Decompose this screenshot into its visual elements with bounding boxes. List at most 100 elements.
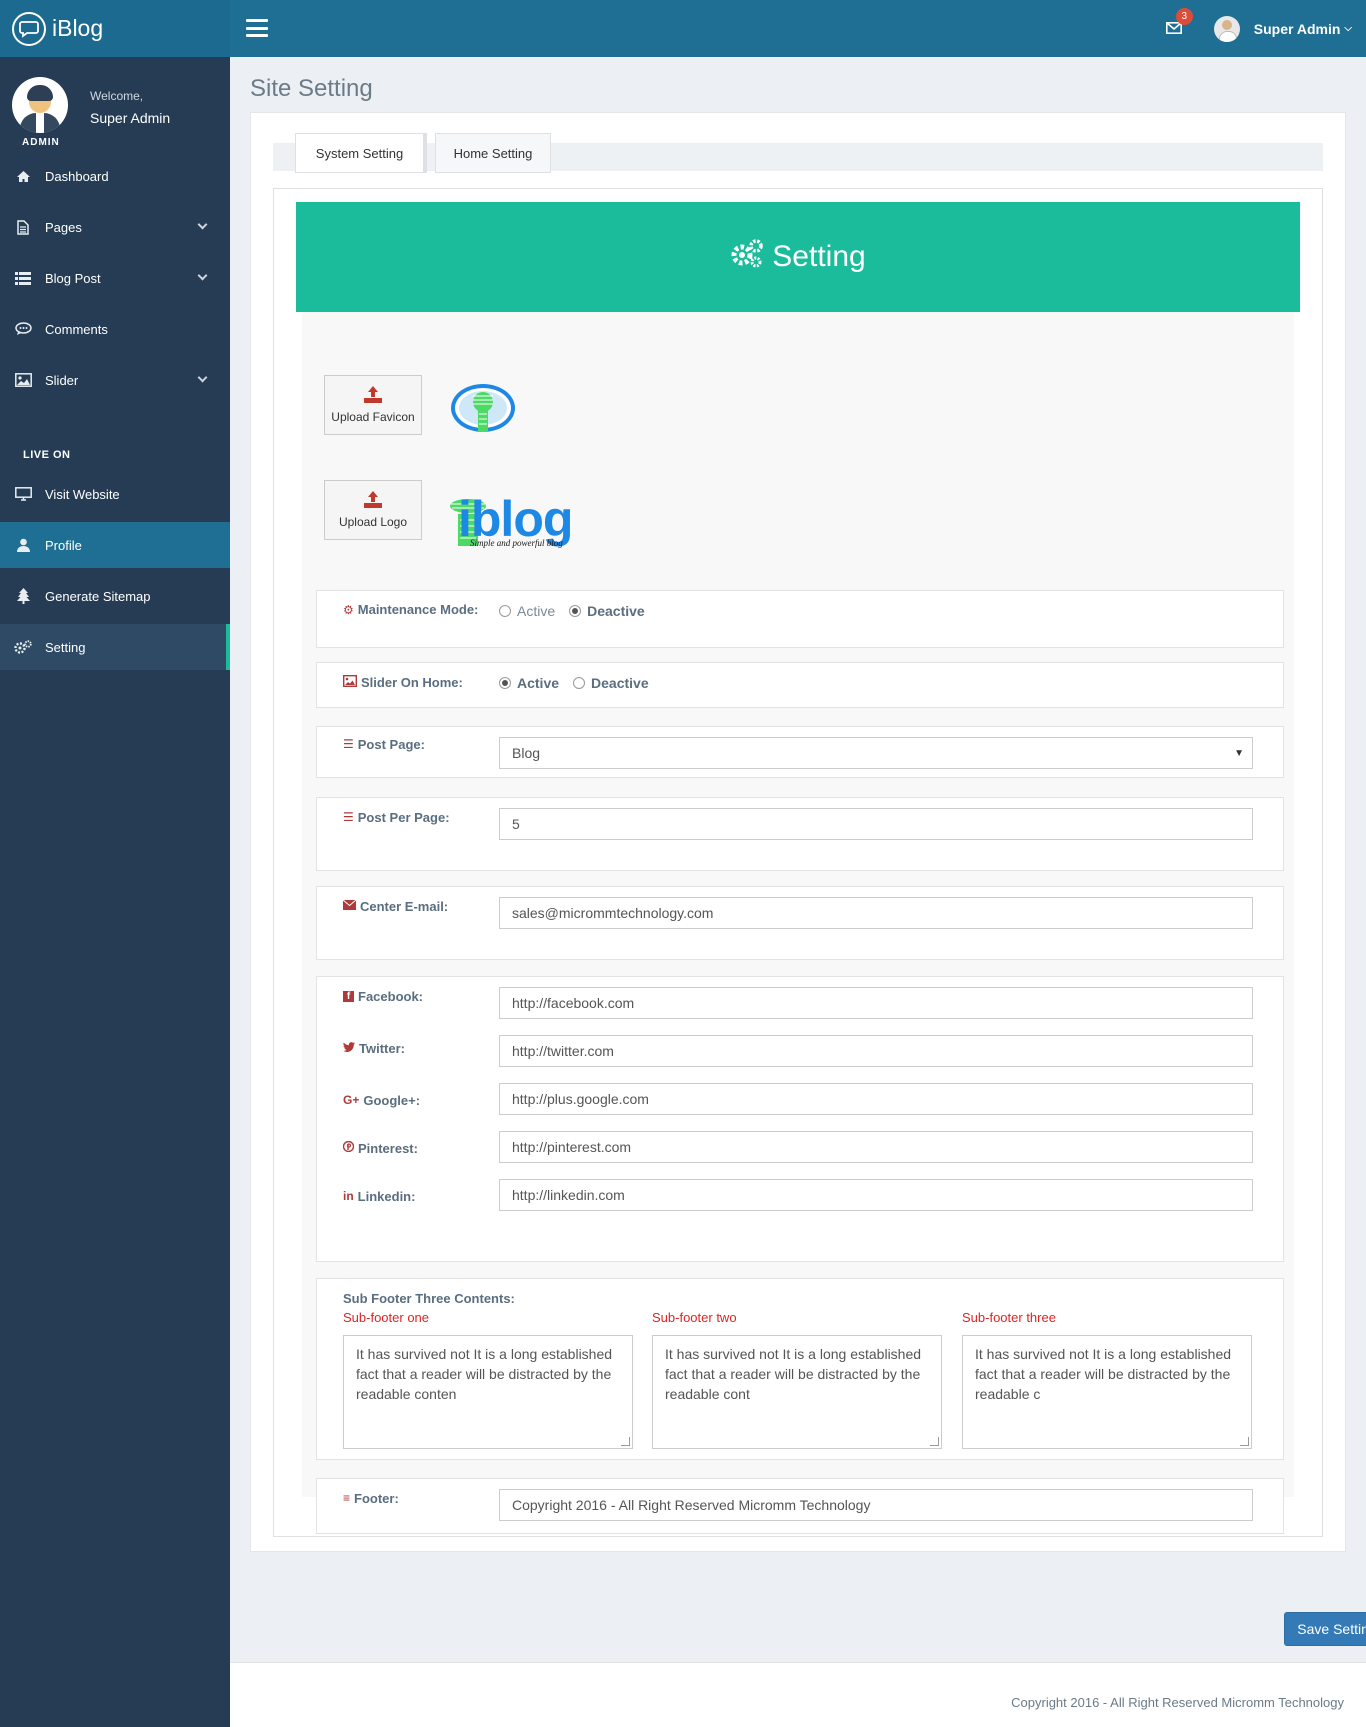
sidebar-item-comments[interactable]: Comments: [0, 306, 230, 352]
sidebar-item-label: Generate Sitemap: [45, 588, 151, 604]
sidebar-item-generate-sitemap[interactable]: Generate Sitemap: [0, 573, 230, 619]
slider-options: Active Deactive: [499, 675, 663, 691]
twitter-icon: [343, 1041, 355, 1055]
twitter-input[interactable]: http://twitter.com: [499, 1035, 1253, 1067]
sidebar-item-label: Profile: [45, 537, 82, 553]
linkedin-icon: in: [343, 1189, 354, 1203]
maintenance-active-radio[interactable]: Active: [499, 603, 555, 619]
sidebar-item-label: Blog Post: [45, 270, 101, 286]
page-title: Site Setting: [250, 75, 373, 102]
email-row: Center E-mail: sales@micrommtechnology.c…: [316, 886, 1284, 960]
sub-footer-two-label: Sub-footer two: [652, 1310, 737, 1325]
post-page-select[interactable]: Blog ▼: [499, 737, 1253, 769]
upload-favicon-button[interactable]: Upload Favicon: [324, 375, 422, 435]
user-panel: ADMIN Welcome, Super Admin: [0, 57, 230, 153]
sub-footer-one-label: Sub-footer one: [343, 1310, 430, 1325]
tab-system-setting[interactable]: System Setting: [295, 133, 427, 173]
post-per-page-input[interactable]: 5: [499, 808, 1253, 840]
home-icon: [14, 170, 32, 183]
footer-label: ≡ Footer:: [343, 1491, 399, 1506]
pinterest-label: Pinterest:: [342, 1140, 418, 1156]
facebook-input[interactable]: http://facebook.com: [499, 987, 1253, 1019]
sidebar-item-visit-website[interactable]: Visit Website: [0, 471, 230, 517]
slider-deactive-radio[interactable]: Deactive: [573, 675, 649, 691]
chevron-down-icon: [197, 270, 208, 281]
sub-footer-three-textarea[interactable]: It has survived not It is a long establi…: [962, 1335, 1252, 1449]
user-menu[interactable]: Super Admin ⌵: [1213, 15, 1366, 42]
pinterest-icon: [342, 1140, 355, 1155]
tab-home-setting[interactable]: Home Setting: [435, 133, 551, 173]
list-icon: ☰: [343, 737, 354, 751]
footer-input[interactable]: Copyright 2016 - All Right Reserved Micr…: [499, 1489, 1253, 1521]
upload-logo-button[interactable]: Upload Logo: [324, 480, 422, 540]
post-page-label: ☰ Post Page:: [343, 737, 425, 752]
settings-box: System Setting Home Setting Setting Uplo…: [250, 112, 1346, 1552]
logo-tagline: Simple and powerful blog: [470, 538, 563, 548]
image-icon: [14, 373, 32, 387]
maintenance-deactive-radio[interactable]: Deactive: [569, 603, 645, 619]
footer-row: ≡ Footer: Copyright 2016 - All Right Res…: [316, 1478, 1284, 1534]
sub-footer-one-textarea[interactable]: It has survived not It is a long establi…: [343, 1335, 633, 1449]
linkedin-input[interactable]: http://linkedin.com: [499, 1179, 1253, 1211]
dropdown-arrow-icon: ▼: [1234, 748, 1244, 759]
post-page-row: ☰ Post Page: Blog ▼: [316, 726, 1284, 778]
google-plus-label: G+ Google+:: [343, 1093, 421, 1108]
tabs-bar: [273, 143, 1323, 171]
notifications-button[interactable]: 3: [1154, 0, 1194, 57]
sidebar-item-setting[interactable]: Setting: [0, 624, 230, 670]
chevron-down-icon: [197, 372, 208, 383]
sidebar-item-profile[interactable]: Profile: [0, 522, 230, 568]
chat-logo-icon: [12, 11, 46, 46]
sub-footer-two-textarea[interactable]: It has survived not It is a long establi…: [652, 1335, 942, 1449]
brand[interactable]: iBlog: [0, 0, 230, 57]
sidebar-item-blog-post[interactable]: Blog Post: [0, 255, 230, 301]
comment-icon: [14, 322, 32, 336]
post-per-page-label: ☰ Post Per Page:: [343, 810, 450, 825]
sidebar-item-label: Pages: [45, 219, 82, 235]
setting-banner: Setting: [296, 202, 1300, 312]
settings-form: Upload Favicon Upload Logo iblog Simple …: [302, 312, 1294, 1534]
sub-footer-three-label: Sub-footer three: [962, 1310, 1056, 1325]
list-icon: [14, 271, 32, 285]
maintenance-row: ⚙ Maintenance Mode: Active Deactive: [316, 590, 1284, 648]
chevron-down-icon: [197, 219, 208, 230]
upload-icon: [364, 386, 382, 406]
main-content: Site Setting System Setting Home Setting…: [230, 57, 1366, 1727]
slider-active-radio[interactable]: Active: [499, 675, 559, 691]
email-label: Center E-mail:: [342, 899, 448, 914]
menu-toggle-icon[interactable]: [246, 19, 268, 37]
upload-favicon-label: Upload Favicon: [331, 410, 415, 424]
sidebar-item-slider[interactable]: Slider: [0, 357, 230, 403]
page-footer: Copyright 2016 - All Right Reserved Micr…: [230, 1662, 1366, 1727]
save-setting-button[interactable]: Save Setting: [1284, 1612, 1366, 1646]
sub-footer-title: Sub Footer Three Contents:: [343, 1291, 515, 1306]
maintenance-label: ⚙ Maintenance Mode:: [343, 602, 479, 617]
maintenance-options: Active Deactive: [499, 603, 659, 619]
google-plus-input[interactable]: http://plus.google.com: [499, 1083, 1253, 1115]
banner-title: Setting: [772, 240, 866, 273]
pinterest-input[interactable]: http://pinterest.com: [499, 1131, 1253, 1163]
sidebar-item-dashboard[interactable]: Dashboard: [0, 153, 230, 199]
list-ol-icon: ☰: [343, 810, 354, 824]
tree-icon: [14, 588, 32, 604]
chevron-down-icon: ⌵: [1344, 23, 1352, 34]
google-plus-icon: G+: [343, 1093, 360, 1107]
logo-preview: iblog Simple and powerful blog: [450, 491, 650, 554]
sidebar-item-label: Setting: [45, 639, 86, 655]
facebook-icon: f: [343, 991, 354, 1002]
sidebar-item-pages[interactable]: Pages: [0, 204, 230, 250]
tab-pane-system-setting: Setting Upload Favicon Upload Logo iblog…: [273, 188, 1323, 1537]
avatar: [1213, 15, 1240, 42]
brand-name: iBlog: [52, 15, 104, 41]
post-per-page-row: ☰ Post Per Page: 5: [316, 797, 1284, 871]
email-input[interactable]: sales@micrommtechnology.com: [499, 897, 1253, 929]
favicon-preview: [448, 382, 518, 438]
cog-icon: ⚙: [343, 603, 354, 617]
gears-icon: [730, 238, 772, 276]
copyright-text: Copyright 2016 - All Right Reserved Micr…: [1011, 1695, 1344, 1710]
image-icon: [342, 674, 358, 690]
welcome-name: Super Admin: [90, 110, 171, 126]
upload-icon: [364, 491, 382, 511]
admin-avatar: [12, 77, 68, 133]
file-icon: [14, 219, 32, 235]
